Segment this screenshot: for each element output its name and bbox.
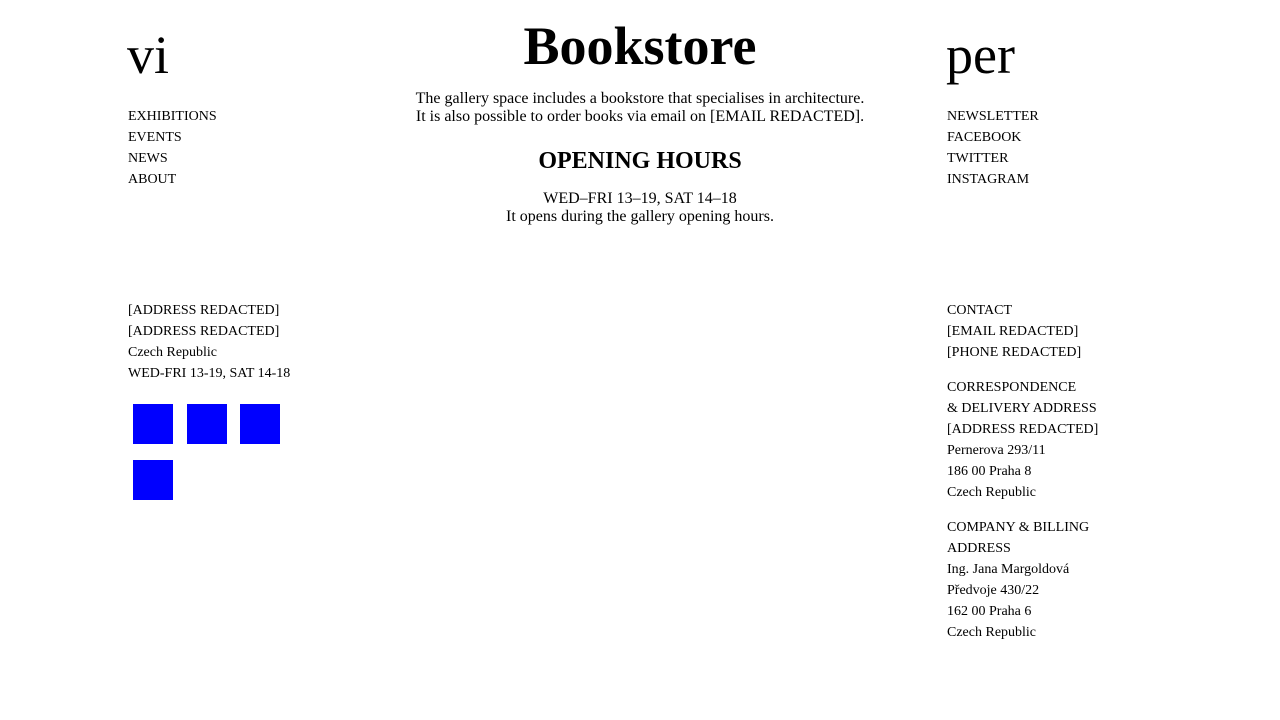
hours-line-2: It opens during the gallery opening hour… [506,208,774,225]
nav-item-facebook: FACEBOOK [947,127,1039,148]
nav-link-exhibitions[interactable]: EXHIBITIONS [128,109,217,124]
footer-address: [ADDRESS REDACTED] [ADDRESS REDACTED] Cz… [128,300,290,384]
footer-address-line-1: [ADDRESS REDACTED] [128,303,280,318]
company-heading-2: ADDRESS [947,541,1011,556]
contact-phone-link[interactable]: [PHONE REDACTED] [947,342,1147,363]
page: vi per EXHIBITIONS EVENTS NEWS ABOUT NEW… [0,0,1280,720]
social-icon-2[interactable] [187,404,227,444]
nav-link-instagram[interactable]: INSTAGRAM [947,172,1029,187]
company-line-3: 162 00 Praha 6 [947,604,1032,619]
nav-item-about: ABOUT [128,169,217,190]
footer-hours: WED-FRI 13-19, SAT 14-18 [128,366,291,381]
contact-heading: CONTACT [947,303,1012,318]
correspondence-line-2: Pernerova 293/11 [947,443,1046,458]
correspondence-heading-1: CORRESPONDENCE [947,380,1077,395]
nav-item-exhibitions: EXHIBITIONS [128,106,217,127]
social-icon-1[interactable] [133,404,173,444]
intro-text: The gallery space includes a bookstore t… [380,90,900,126]
nav-link-about[interactable]: ABOUT [128,172,176,187]
logo-right[interactable]: per [946,28,1015,82]
hours-line-1: WED–FRI 13–19, SAT 14–18 [543,190,737,207]
nav-item-events: EVENTS [128,127,217,148]
correspondence-line-3: 186 00 Praha 8 [947,464,1032,479]
opening-hours-text: WED–FRI 13–19, SAT 14–18 It opens during… [380,190,900,226]
footer-country: Czech Republic [128,345,218,360]
nav-item-newsletter: NEWSLETTER [947,106,1039,127]
main-nav: EXHIBITIONS EVENTS NEWS ABOUT [128,106,217,190]
intro-line-2: It is also possible to order books via e… [415,108,865,125]
correspondence-heading-2: & DELIVERY ADDRESS [947,401,1097,416]
company-line-2: Předvoje 430/22 [947,583,1040,598]
main-content: Bookstore The gallery space includes a b… [380,16,900,226]
social-icon-3[interactable] [240,404,280,444]
social-nav: NEWSLETTER FACEBOOK TWITTER INSTAGRAM [947,106,1039,190]
logo-left[interactable]: vi [127,28,169,82]
company-line-1: Ing. Jana Margoldová [947,562,1070,577]
nav-item-instagram: INSTAGRAM [947,169,1039,190]
correspondence-block: CORRESPONDENCE & DELIVERY ADDRESS [ADDRE… [947,377,1147,503]
nav-item-news: NEWS [128,148,217,169]
company-block: COMPANY & BILLING ADDRESS Ing. Jana Marg… [947,517,1147,643]
correspondence-line-1: [ADDRESS REDACTED] [947,422,1099,437]
company-line-4: Czech Republic [947,625,1037,640]
correspondence-line-4: Czech Republic [947,485,1037,500]
nav-link-events[interactable]: EVENTS [128,130,182,145]
footer-contact: CONTACT [EMAIL REDACTED] [PHONE REDACTED… [947,300,1147,643]
nav-link-twitter[interactable]: TWITTER [947,151,1008,166]
company-heading-1: COMPANY & BILLING [947,520,1090,535]
footer-address-line-2: [ADDRESS REDACTED] [128,324,280,339]
opening-hours-heading: OPENING HOURS [538,148,742,174]
nav-item-twitter: TWITTER [947,148,1039,169]
nav-link-facebook[interactable]: FACEBOOK [947,130,1021,145]
nav-link-news[interactable]: NEWS [128,151,168,166]
contact-email-link[interactable]: [EMAIL REDACTED] [947,321,1147,342]
social-icon-4[interactable] [133,460,173,500]
intro-line-1: The gallery space includes a bookstore t… [415,90,865,107]
contact-block: CONTACT [EMAIL REDACTED] [PHONE REDACTED… [947,300,1147,363]
nav-link-newsletter[interactable]: NEWSLETTER [947,109,1039,124]
page-title: Bookstore [523,16,757,76]
